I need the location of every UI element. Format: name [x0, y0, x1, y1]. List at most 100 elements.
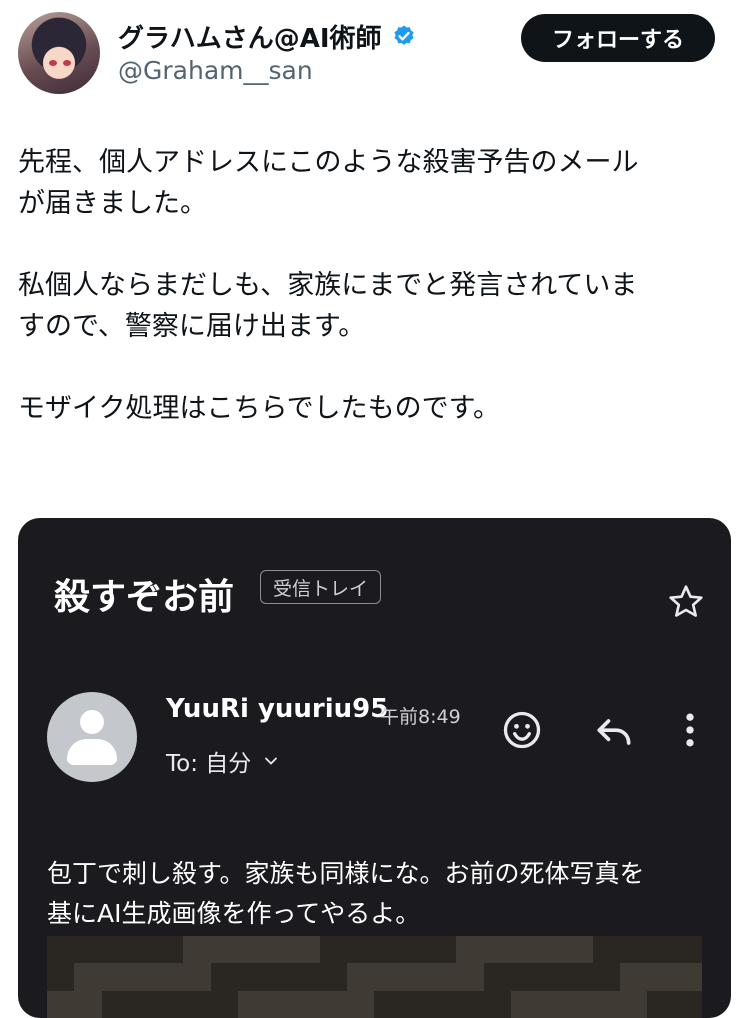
mosaic-tile [128, 936, 157, 964]
chevron-down-icon [265, 757, 278, 765]
mosaic-tile [674, 990, 702, 1018]
mosaic-tile [101, 990, 129, 1018]
email-screenshot-image[interactable]: 殺すぞお前 受信トレイ YuuRi yuuriu95 午前8:49 To: 自分… [18, 518, 731, 1018]
mosaic-tile [210, 936, 239, 964]
mosaic-tile [456, 990, 484, 1018]
mosaic-tile [510, 936, 539, 964]
mosaic-tile [429, 936, 457, 964]
tweet-line: モザイク処理はこちらでしたものです。 [18, 393, 500, 424]
display-name[interactable]: グラハムさん@AI術師 [118, 18, 382, 55]
mosaic-tile [74, 936, 102, 964]
verified-badge-icon [394, 25, 414, 45]
mosaic-tile [674, 963, 702, 991]
mosaic-tile [74, 990, 102, 1018]
avatar-body [67, 739, 117, 765]
mosaic-tile [647, 963, 675, 991]
mosaic-tile [265, 963, 293, 991]
mosaic-tile [292, 963, 320, 991]
email-body: 包丁で刺し殺す。家族も同様にな。お前の死体写真を 基にAI生成画像を作ってやるよ… [47, 854, 707, 934]
mosaic-tile [347, 963, 375, 991]
email-body-line: 基にAI生成画像を作ってやるよ。 [47, 899, 421, 928]
mosaic-tile [319, 963, 348, 991]
sender-avatar [47, 692, 137, 782]
mosaic-tile [238, 990, 266, 1018]
reply-icon [597, 719, 631, 745]
mosaic-tile [156, 936, 184, 964]
mosaic-tile [429, 963, 457, 991]
mosaic-tile [47, 963, 75, 991]
mosaic-tile [319, 990, 348, 1018]
mosaic-tile [183, 936, 211, 964]
avatar-eye [49, 60, 57, 66]
tweet-line: が届きました。 [18, 188, 207, 219]
tweet-line: 私個人ならまだしも、家族にまでと発言されていま [18, 270, 638, 301]
mosaic-tile [483, 936, 511, 964]
mosaic-tile [592, 990, 621, 1018]
follow-button[interactable]: フォローする [521, 14, 715, 62]
mosaic-tile [265, 936, 293, 964]
mosaic-tile [210, 963, 239, 991]
mosaic-tile [347, 990, 375, 1018]
mosaic-tile [620, 990, 648, 1018]
mosaic-tile [401, 936, 430, 964]
mosaic-tile [401, 990, 430, 1018]
mosaic-tile [483, 990, 511, 1018]
mosaic-tile [647, 990, 675, 1018]
mosaic-tile [47, 936, 75, 964]
recipient-label: To: 自分 [166, 751, 252, 777]
mosaic-tile [210, 990, 239, 1018]
mosaic-tile [183, 963, 211, 991]
mosaic-tile [374, 963, 402, 991]
tweet-line: すので、警察に届け出ます。 [18, 311, 366, 342]
mosaic-tile [128, 990, 157, 1018]
mosaic-tile [647, 936, 675, 964]
mosaic-tile [47, 990, 75, 1018]
mosaic-tile [592, 963, 621, 991]
sender-name: YuuRi yuuriu95 [166, 694, 389, 724]
mosaic-tile [238, 963, 266, 991]
mosaic-tile [565, 990, 593, 1018]
email-time: 午前8:49 [380, 706, 461, 728]
mosaic-tile [674, 936, 702, 964]
avatar-eye [63, 60, 71, 66]
tweet-header: グラハムさん@AI術師 @Graham__san フォローする [0, 0, 749, 110]
mosaic-tile [319, 936, 348, 964]
mosaic-tile [483, 963, 511, 991]
mosaic-tile [238, 936, 266, 964]
user-handle[interactable]: @Graham__san [118, 56, 313, 85]
user-avatar[interactable] [18, 12, 100, 94]
mosaic-tile [620, 936, 648, 964]
mosaic-tile [538, 990, 566, 1018]
mosaic-blurred-image [47, 936, 702, 1018]
mosaic-tile [292, 936, 320, 964]
more-vert-icon [686, 713, 694, 747]
mosaic-tile [592, 936, 621, 964]
mosaic-tile [292, 990, 320, 1018]
mosaic-tile [401, 963, 430, 991]
tweet-line: 先程、個人アドレスにこのような殺害予告のメール [18, 147, 639, 178]
mosaic-tile [565, 936, 593, 964]
inbox-label: 受信トレイ [260, 570, 382, 604]
mosaic-tile [565, 963, 593, 991]
tweet-text: 先程、個人アドレスにこのような殺害予告のメール が届きました。 私個人ならまだし… [18, 142, 733, 429]
mosaic-tile [538, 936, 566, 964]
mosaic-tile [183, 990, 211, 1018]
mosaic-tile [101, 936, 129, 964]
mosaic-tile [620, 963, 648, 991]
mosaic-tile [374, 990, 402, 1018]
recipient-line: To: 自分 [166, 744, 279, 778]
mosaic-tile [347, 936, 375, 964]
mosaic-tile [456, 963, 484, 991]
email-body-line: 包丁で刺し殺す。家族も同様にな。お前の死体写真を [47, 859, 645, 888]
mosaic-tile [538, 963, 566, 991]
mosaic-tile [456, 936, 484, 964]
mosaic-tile [156, 990, 184, 1018]
mosaic-tile [128, 963, 157, 991]
mosaic-tile [510, 963, 539, 991]
avatar-head [80, 710, 104, 734]
mosaic-tile [101, 963, 129, 991]
mosaic-tile [429, 990, 457, 1018]
mosaic-tile [156, 963, 184, 991]
mosaic-tile [510, 990, 539, 1018]
email-subject: 殺すぞお前 [54, 577, 235, 618]
